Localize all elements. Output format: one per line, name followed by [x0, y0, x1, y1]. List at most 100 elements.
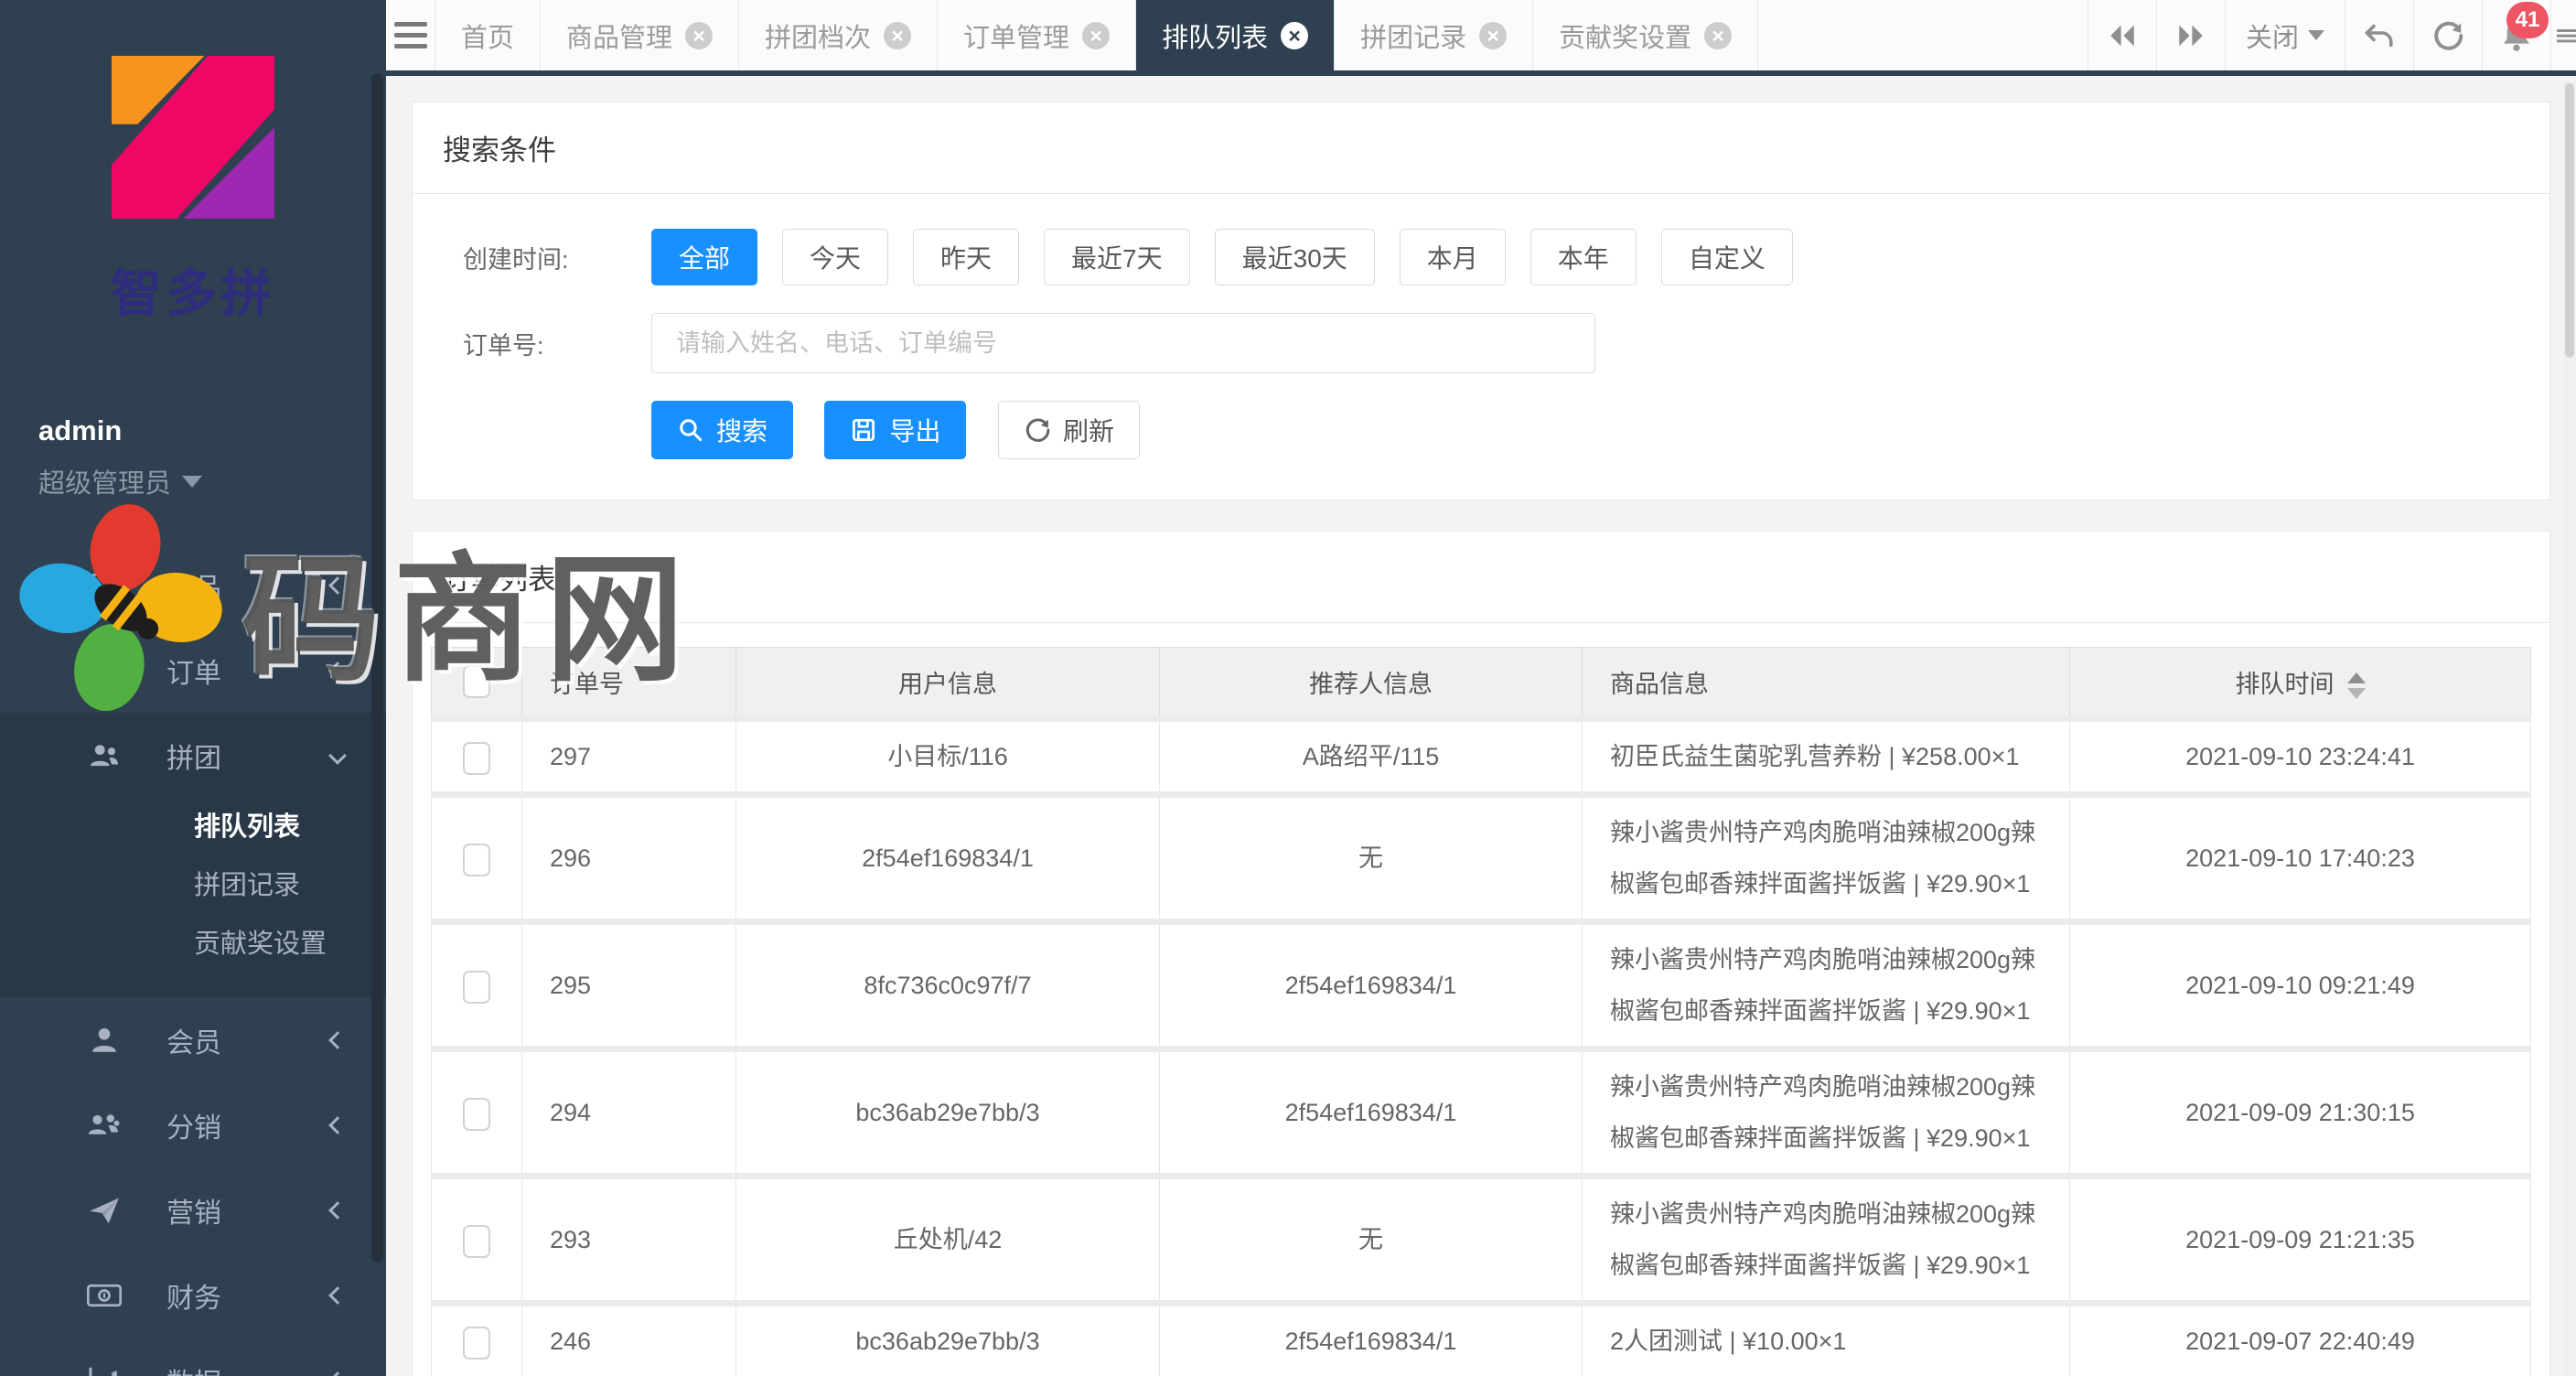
- sidebar-item-5[interactable]: 营销: [0, 1167, 386, 1252]
- sidebar-subitem-2-1[interactable]: 拼团记录: [0, 856, 386, 915]
- order-table: 订单号用户信息推荐人信息商品信息排队时间 297小目标/116A路绍平/115初…: [431, 647, 2531, 1376]
- page-scrollbar-thumb[interactable]: [2565, 83, 2574, 358]
- sidebar-item-7[interactable]: 数据: [0, 1338, 386, 1376]
- chevron-down-icon: [2308, 30, 2324, 40]
- sidebar-subitem-2-0[interactable]: 排队列表: [0, 798, 386, 856]
- finance-icon: [84, 1280, 124, 1311]
- row-checkbox[interactable]: [463, 1098, 490, 1131]
- close-tab-icon[interactable]: ×: [685, 22, 713, 49]
- search-card-header: 搜索条件: [413, 102, 2549, 194]
- order-card-title: 订单列表: [443, 556, 2519, 597]
- select-all-checkbox[interactable]: [463, 665, 490, 698]
- row-checkbox[interactable]: [463, 1225, 490, 1258]
- tab-label: 首页: [461, 16, 514, 55]
- row-select-cell: [432, 1304, 522, 1376]
- sidebar-item-label: 财务: [166, 1275, 221, 1316]
- close-tab-icon[interactable]: ×: [1479, 22, 1507, 49]
- more-actions-button[interactable]: [2550, 0, 2576, 70]
- refresh-button-label: 刷新: [1063, 412, 1114, 448]
- time-filter-4[interactable]: 最近30天: [1215, 229, 1375, 285]
- close-tab-icon[interactable]: ×: [1082, 22, 1110, 49]
- sidebar-item-0[interactable]: 商品: [0, 543, 386, 628]
- sidebar-item-4[interactable]: 分销: [0, 1082, 386, 1167]
- row-select-cell: [432, 795, 522, 922]
- search-button[interactable]: 搜索: [651, 401, 793, 459]
- referrer-info-cell: 2f54ef169834/1: [1160, 1049, 1583, 1177]
- close-tabs-dropdown[interactable]: 关闭: [2225, 0, 2345, 70]
- chevron-down-icon: [328, 747, 347, 765]
- close-tab-icon[interactable]: ×: [1704, 22, 1732, 49]
- row-checkbox[interactable]: [463, 742, 490, 775]
- referrer-info-cell: 2f54ef169834/1: [1160, 922, 1583, 1049]
- user-role-dropdown[interactable]: 超级管理员: [38, 462, 386, 500]
- time-filter-0[interactable]: 全部: [651, 229, 757, 285]
- order-no-cell: 296: [522, 795, 736, 922]
- tab-1[interactable]: 商品管理 ×: [541, 0, 739, 70]
- tab-actions: 关闭 41: [2088, 0, 2576, 70]
- table-row-2: 2958fc736c0c97f/72f54ef169834/1辣小酱贵州特产鸡肉…: [432, 922, 2531, 1049]
- user-block: admin 超级管理员: [38, 414, 386, 500]
- tabs-scroll-left-button[interactable]: [2088, 0, 2156, 70]
- row-select-cell: [432, 1049, 522, 1177]
- chevron-left-icon: [328, 1371, 347, 1376]
- row-checkbox[interactable]: [463, 971, 490, 1004]
- tab-3[interactable]: 订单管理×: [938, 0, 1136, 70]
- notifications-button[interactable]: 41: [2482, 0, 2550, 70]
- user-info-cell: bc36ab29e7bb/3: [736, 1049, 1160, 1177]
- time-filter-1[interactable]: 今天: [782, 229, 888, 285]
- tab-4[interactable]: 排队列表 ×: [1136, 0, 1335, 70]
- order-no-cell: 294: [522, 1049, 736, 1177]
- tab-6[interactable]: 贡献奖设置×: [1533, 0, 1758, 70]
- sidebar-item-label: 订单: [166, 650, 221, 691]
- close-tab-icon[interactable]: ×: [1281, 22, 1308, 49]
- tab-2[interactable]: 拼团档次×: [739, 0, 938, 70]
- sidebar-item-6[interactable]: 财务: [0, 1252, 386, 1338]
- time-filter-7[interactable]: 自定义: [1661, 229, 1793, 285]
- time-filter-3[interactable]: 最近7天: [1044, 229, 1190, 285]
- queue-time-cell: 2021-09-10 23:24:41: [2070, 719, 2531, 795]
- row-checkbox[interactable]: [463, 1327, 490, 1360]
- laptop-icon: [84, 568, 124, 603]
- sidebar-subitem-2-2[interactable]: 贡献奖设置: [0, 915, 386, 973]
- sidebar-item-label: 分销: [166, 1105, 221, 1145]
- search-card-body: 创建时间: 全部今天昨天最近7天最近30天本月本年自定义 订单号: 搜索: [413, 194, 2549, 500]
- sidebar-scrollbar[interactable]: [371, 73, 383, 1263]
- close-tab-icon[interactable]: ×: [884, 22, 911, 49]
- time-filter-5[interactable]: 本月: [1400, 229, 1506, 285]
- sidebar-item-3[interactable]: 会员: [0, 997, 386, 1082]
- export-button-label: 导出: [889, 412, 940, 448]
- tab-label: 排队列表: [1162, 16, 1268, 55]
- chevron-left-icon: [328, 576, 347, 595]
- refresh-page-button[interactable]: [2413, 0, 2482, 70]
- row-select-cell: [432, 922, 522, 1049]
- order-no-input[interactable]: [651, 313, 1595, 373]
- time-filter-6[interactable]: 本年: [1530, 229, 1637, 285]
- search-button-label: 搜索: [716, 412, 767, 448]
- referrer-info-cell: A路绍平/115: [1160, 719, 1583, 795]
- queue-time-cell: 2021-09-09 21:30:15: [2070, 1049, 2531, 1177]
- distribution-icon: [84, 1109, 124, 1142]
- tab-5[interactable]: 拼团记录×: [1335, 0, 1533, 70]
- sidebar-item-1[interactable]: 订单: [0, 628, 386, 713]
- sidebar-item-2[interactable]: 拼团: [0, 713, 386, 798]
- tab-label: 商品管理: [566, 16, 672, 55]
- time-filter-2[interactable]: 昨天: [913, 229, 1019, 285]
- tab-bar: 首页商品管理×拼团档次×订单管理×排队列表×拼团记录×贡献奖设置× 关闭: [386, 0, 2576, 76]
- tabs-scroll-right-button[interactable]: [2156, 0, 2225, 70]
- user-info-cell: bc36ab29e7bb/3: [736, 1304, 1160, 1376]
- chevron-left-icon: [328, 1201, 347, 1220]
- search-card-title: 搜索条件: [443, 127, 2519, 168]
- sidebar-toggle-button[interactable]: [386, 0, 435, 70]
- order-list-card: 订单列表 订单号用户信息推荐人信息商品信息排队时间: [412, 531, 2550, 1376]
- column-header-4[interactable]: 排队时间: [2070, 648, 2531, 719]
- sort-icon[interactable]: [2347, 672, 2366, 699]
- tab-0[interactable]: 首页: [435, 0, 541, 70]
- row-select-cell: [432, 1177, 522, 1304]
- referrer-info-cell: 无: [1160, 1177, 1583, 1304]
- back-button[interactable]: [2345, 0, 2413, 70]
- row-checkbox[interactable]: [463, 844, 490, 876]
- refresh-button[interactable]: 刷新: [998, 401, 1140, 459]
- export-button[interactable]: 导出: [824, 401, 966, 459]
- page-scrollbar[interactable]: [2563, 81, 2576, 1376]
- user-info-cell: 8fc736c0c97f/7: [736, 922, 1160, 1049]
